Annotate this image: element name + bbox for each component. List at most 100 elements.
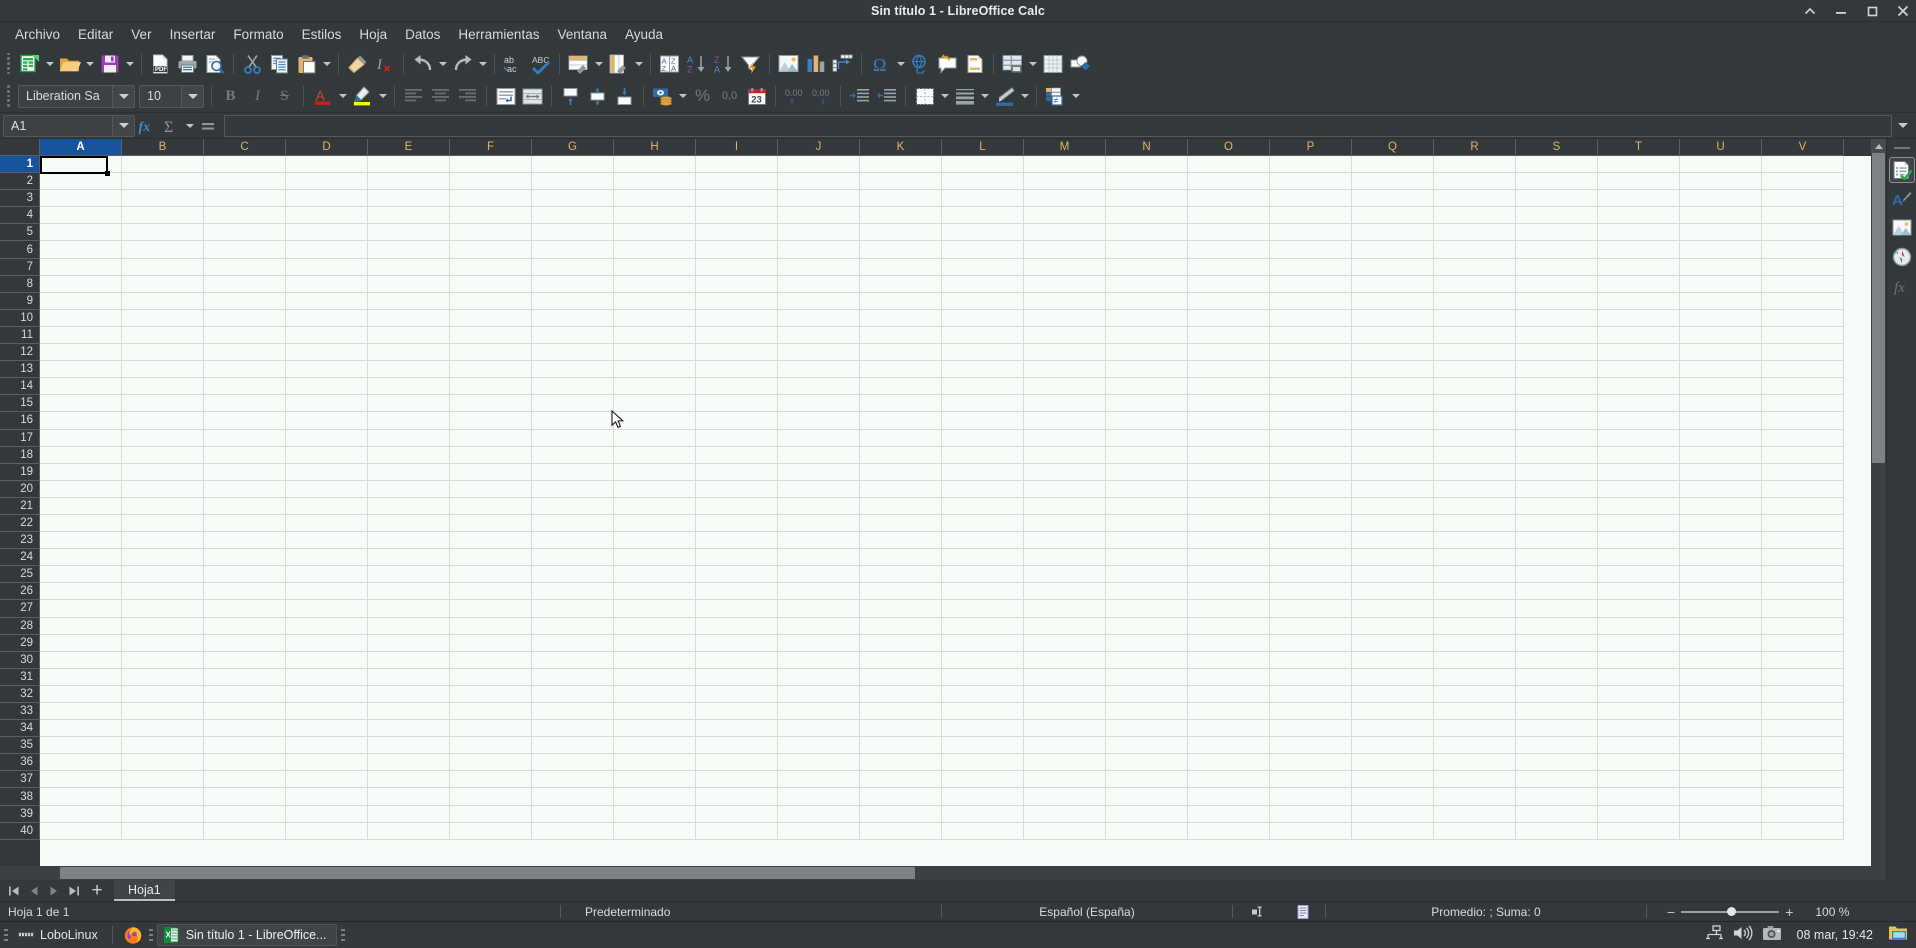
cell-K1[interactable] xyxy=(860,156,942,174)
cell-C17[interactable] xyxy=(204,429,286,447)
split-window-button[interactable] xyxy=(1039,50,1066,77)
cell-K22[interactable] xyxy=(860,514,942,533)
font-size-combo[interactable]: 10 xyxy=(139,84,204,108)
cell-U21[interactable] xyxy=(1680,497,1762,515)
cell-V16[interactable] xyxy=(1762,412,1844,430)
cell-R2[interactable] xyxy=(1434,173,1516,191)
cell-P3[interactable] xyxy=(1270,190,1352,208)
cell-U3[interactable] xyxy=(1680,190,1762,208)
cell-N28[interactable] xyxy=(1106,617,1188,635)
cell-O2[interactable] xyxy=(1188,173,1270,191)
zoom-in-button[interactable]: + xyxy=(1785,905,1793,919)
cell-L40[interactable] xyxy=(942,822,1024,840)
cell-L13[interactable] xyxy=(942,361,1024,379)
cell-L30[interactable] xyxy=(942,651,1024,669)
cell-E31[interactable] xyxy=(368,668,450,686)
cell-F13[interactable] xyxy=(450,361,532,379)
cell-C26[interactable] xyxy=(204,583,286,601)
cell-K12[interactable] xyxy=(860,344,942,362)
cell-O20[interactable] xyxy=(1188,480,1270,498)
cell-F33[interactable] xyxy=(450,703,532,721)
cell-E1[interactable] xyxy=(368,156,450,174)
cell-R18[interactable] xyxy=(1434,446,1516,464)
cell-H2[interactable] xyxy=(614,173,696,191)
cell-D11[interactable] xyxy=(286,326,368,345)
cell-A17[interactable] xyxy=(40,429,122,447)
cell-O16[interactable] xyxy=(1188,412,1270,430)
cell-E30[interactable] xyxy=(368,651,450,669)
cell-K13[interactable] xyxy=(860,361,942,379)
cell-K31[interactable] xyxy=(860,668,942,686)
font-name-value[interactable]: Liberation Sa xyxy=(19,89,112,103)
menu-datos[interactable]: Datos xyxy=(396,24,449,45)
highlight-color-button[interactable] xyxy=(349,83,376,110)
align-center-button[interactable] xyxy=(427,83,454,110)
cell-H9[interactable] xyxy=(614,292,696,310)
row-header-31[interactable]: 31 xyxy=(0,668,40,686)
cell-V35[interactable] xyxy=(1762,737,1844,755)
cell-M11[interactable] xyxy=(1024,326,1106,345)
cell-H20[interactable] xyxy=(614,480,696,498)
cell-F20[interactable] xyxy=(450,480,532,498)
sidebar-item-functions[interactable]: fx xyxy=(1889,273,1915,299)
cell-J21[interactable] xyxy=(778,497,860,515)
cell-O13[interactable] xyxy=(1188,361,1270,379)
next-sheet-button[interactable] xyxy=(44,880,64,901)
format-currency-button[interactable] xyxy=(649,83,676,110)
cell-U15[interactable] xyxy=(1680,395,1762,413)
row-header-33[interactable]: 33 xyxy=(0,703,40,721)
zoom-slider[interactable]: − + xyxy=(1647,902,1801,922)
cell-G37[interactable] xyxy=(532,771,614,789)
cell-F5[interactable] xyxy=(450,224,532,242)
cell-O5[interactable] xyxy=(1188,224,1270,242)
cell-G32[interactable] xyxy=(532,685,614,703)
cell-V21[interactable] xyxy=(1762,497,1844,515)
cell-I16[interactable] xyxy=(696,412,778,430)
row-header-4[interactable]: 4 xyxy=(0,207,40,225)
cell-F1[interactable] xyxy=(450,156,532,174)
cell-J18[interactable] xyxy=(778,446,860,464)
cell-C11[interactable] xyxy=(204,326,286,345)
cell-C5[interactable] xyxy=(204,224,286,242)
cell-T20[interactable] xyxy=(1598,480,1680,498)
cell-S39[interactable] xyxy=(1516,805,1598,823)
cell-L27[interactable] xyxy=(942,600,1024,618)
insert-image-button[interactable] xyxy=(775,50,802,77)
cell-G23[interactable] xyxy=(532,532,614,550)
cell-C20[interactable] xyxy=(204,480,286,498)
cell-M33[interactable] xyxy=(1024,703,1106,721)
cell-T35[interactable] xyxy=(1598,737,1680,755)
cell-D24[interactable] xyxy=(286,549,368,567)
cell-S30[interactable] xyxy=(1516,651,1598,669)
cell-Q28[interactable] xyxy=(1352,617,1434,635)
cell-P20[interactable] xyxy=(1270,480,1352,498)
format-number-button[interactable]: 0,0 xyxy=(716,83,743,110)
cell-N8[interactable] xyxy=(1106,275,1188,293)
cell-Q31[interactable] xyxy=(1352,668,1434,686)
cell-H37[interactable] xyxy=(614,771,696,789)
cell-D36[interactable] xyxy=(286,754,368,772)
spelling-button[interactable]: ABC xyxy=(527,50,554,77)
cell-P9[interactable] xyxy=(1270,292,1352,310)
borders-dropdown[interactable] xyxy=(938,83,951,110)
cell-R7[interactable] xyxy=(1434,258,1516,276)
cell-E17[interactable] xyxy=(368,429,450,447)
cell-E22[interactable] xyxy=(368,514,450,533)
cell-U26[interactable] xyxy=(1680,583,1762,601)
cell-J31[interactable] xyxy=(778,668,860,686)
row-header-38[interactable]: 38 xyxy=(0,788,40,806)
cell-L22[interactable] xyxy=(942,514,1024,533)
cell-J35[interactable] xyxy=(778,737,860,755)
cell-N33[interactable] xyxy=(1106,703,1188,721)
cell-P40[interactable] xyxy=(1270,822,1352,840)
cell-S32[interactable] xyxy=(1516,685,1598,703)
cell-V19[interactable] xyxy=(1762,463,1844,481)
cell-F37[interactable] xyxy=(450,771,532,789)
cell-E33[interactable] xyxy=(368,703,450,721)
cell-J27[interactable] xyxy=(778,600,860,618)
sidebar-item-gallery[interactable] xyxy=(1889,215,1915,241)
cell-J24[interactable] xyxy=(778,549,860,567)
cell-B22[interactable] xyxy=(122,514,204,533)
cell-R13[interactable] xyxy=(1434,361,1516,379)
cell-Q16[interactable] xyxy=(1352,412,1434,430)
